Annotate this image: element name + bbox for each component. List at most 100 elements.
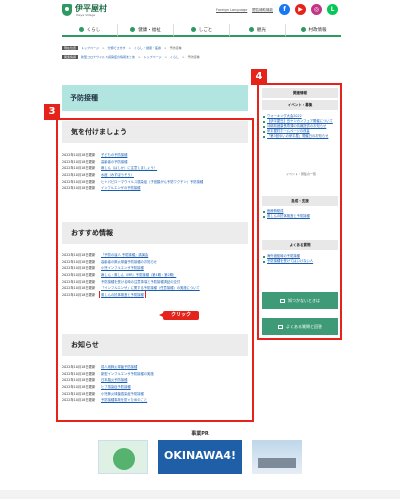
okinawa-text: OKINAWA4! <box>163 449 236 462</box>
section-title: 気を付けましょう <box>71 128 127 136</box>
article-link[interactable]: 成人用肺炎球菌予防接種 <box>101 364 137 369</box>
update-date: 2022年10月18日更新 <box>62 259 96 264</box>
article-link[interactable]: インフルエンザの予防接種 <box>101 185 140 190</box>
update-date: 2022年10月18日更新 <box>62 398 96 403</box>
sidebar-events-more[interactable]: イベント・募集の一覧 <box>286 172 316 176</box>
list-item: 2022年10月18日更新 高齢者の予防接種 <box>62 158 248 165</box>
list-item: 2022年10月18日更新 「インフルエンザ」に関する予防接種（任意接種）の実施に… <box>62 284 248 291</box>
sidebar-item[interactable]: 予防接種を受けてはいけない人 <box>262 259 338 264</box>
photo-icon <box>258 458 296 468</box>
update-date: 2022年10月18日更新 <box>62 364 96 369</box>
sidebar-kyufu-title: 急成・支援 <box>262 196 338 206</box>
contact-button[interactable]: 知つかないときは <box>262 292 338 309</box>
faq-button[interactable]: よくある質問と回答 <box>262 318 338 335</box>
sidebar-faq-title: よくある質問 <box>262 240 338 250</box>
accessibility-link[interactable]: 閲覧補助機能 <box>252 8 273 13</box>
nav-kurashi[interactable]: くらし <box>62 24 118 37</box>
article-link[interactable]: 高齢者の予防接種 <box>101 159 127 164</box>
annotation-badge-main: 3 <box>44 104 60 120</box>
article-link[interactable]: 小児肺炎球菌感染症予防接種 <box>101 391 144 396</box>
update-date: 2022年10月18日更新 <box>62 371 96 376</box>
nav-kanko[interactable]: 観光 <box>230 24 286 37</box>
section-title: おすすめ情報 <box>71 229 113 237</box>
sidebar-faq-list: 海外渡航時の予防接種 予防接種を受けてはいけない人 <box>262 254 338 264</box>
breadcrumb-secondary: 関連情報 新型コロナウイルス感染症の情報まとめ > トップページ > くらし > 予防… <box>62 55 200 59</box>
building-icon <box>300 27 306 32</box>
camera-icon <box>249 27 254 32</box>
page-title: 予防接種 <box>70 94 98 102</box>
update-date: 2022年10月18日更新 <box>62 252 96 257</box>
ad-banner-3[interactable] <box>252 440 302 474</box>
update-date: 2022年10月18日更新 <box>62 378 96 383</box>
section-header: 気を付けましょう <box>62 121 248 143</box>
ad-banner-1[interactable] <box>98 440 148 474</box>
article-link[interactable]: 「予防の達人 予防接種」講演会 <box>101 252 148 257</box>
list-item: 2022年10月18日更新 麻しん・風しん（MR）予防接種（第1期・第2期） <box>62 271 248 278</box>
update-date: 2022年10月18日更新 <box>62 384 96 389</box>
nav-village[interactable]: 村政情報 <box>286 24 341 37</box>
breadcrumb-link[interactable]: くらし・健康・医療 <box>134 46 161 50</box>
article-link[interactable]: 麻しん（はしか）に注意しましょう！ <box>101 165 157 170</box>
section-header: お知らせ <box>62 334 248 356</box>
home-icon <box>78 27 84 32</box>
heart-icon <box>130 27 136 32</box>
update-date: 2022年10月18日更新 <box>62 152 96 157</box>
list-item: 2022年10月18日更新 成人用肺炎球菌予防接種 <box>62 363 248 370</box>
ad-banner-okinawa[interactable]: OKINAWA4! <box>158 440 242 474</box>
global-nav: くらし 健康・福祉 しごと 観光 村政情報 <box>62 24 341 37</box>
article-link[interactable]: 予防接種を受ける時の注意事項と予防接種済証の交付 <box>101 279 180 284</box>
article-link[interactable]: 高齢者の肺炎球菌予防接種のお知らせ <box>101 259 157 264</box>
article-link[interactable]: 麻しん・風しん（MR）予防接種（第1期・第2期） <box>101 272 176 277</box>
facebook-icon[interactable]: f <box>279 4 290 15</box>
instagram-icon[interactable]: ◎ <box>311 4 322 15</box>
update-date: 2022年10月18日更新 <box>62 166 96 171</box>
sidebar-item[interactable]: 風しんの抗体検査と予防接種 <box>262 214 338 219</box>
list-item: 2022年10月18日更新 風しんの抗体検査と予防接種 <box>62 291 248 298</box>
youtube-icon[interactable]: ▶ <box>295 4 306 15</box>
breadcrumb-link[interactable]: 新型コロナウイルス感染症の情報まとめ <box>81 55 135 59</box>
sidebar-events-title: イベント・募集 <box>262 100 338 110</box>
nav-kenko[interactable]: 健康・福祉 <box>118 24 174 37</box>
article-link[interactable]: 小児インフルエンザ予防接種 <box>101 265 144 270</box>
list-item: 2022年10月18日更新 ヒブ感染症予防接種 <box>62 383 248 390</box>
article-link[interactable]: 日本脳炎予防接種 <box>101 377 127 382</box>
article-link[interactable]: 子どもの予防接種 <box>101 152 127 157</box>
list-item: 2022年10月18日更新 小児インフルエンザ予防接種 <box>62 264 248 271</box>
document-icon <box>280 299 285 303</box>
list-item: 2022年10月18日更新 予防接種事故を防ぐためのこと <box>62 396 248 403</box>
line-icon[interactable]: L <box>327 4 338 15</box>
list-item: 2022年10月18日更新 小児肺炎球菌感染症予防接種 <box>62 390 248 397</box>
article-link[interactable]: 新型インフルエンザ予防接種の実施 <box>101 371 154 376</box>
update-date: 2022年10月18日更新 <box>62 159 96 164</box>
list-item: 2022年10月18日更新 日本脳炎予防接種 <box>62 376 248 383</box>
article-link[interactable]: 「インフルエンザ」に関する予防接種（任意接種）の実施について <box>101 285 200 290</box>
list-item: 2022年10月18日更新 高齢者の肺炎球菌予防接種のお知らせ <box>62 258 248 265</box>
village-logo-icon[interactable] <box>62 4 72 16</box>
foreign-language-link[interactable]: Foreign Language <box>216 8 247 12</box>
breadcrumb-current: 予防接種 <box>187 55 200 59</box>
breadcrumb-link[interactable]: 分類でさがす <box>107 46 125 50</box>
list-item: 2022年10月18日更新 子どもの予防接種 <box>62 151 248 158</box>
breadcrumb-current: 予防接種 <box>169 46 182 50</box>
site-sub: Iheya Village <box>76 13 96 17</box>
breadcrumb-link[interactable]: くらし <box>170 55 179 59</box>
page-title-bar: 予防接種 <box>62 85 248 111</box>
breadcrumb-link[interactable]: トップページ <box>81 46 99 50</box>
list-item: 2022年10月18日更新 ヒトパピローマウイルス感染症（子宮頸がん予防ワクチン）… <box>62 178 248 185</box>
footer-bar <box>0 490 400 499</box>
section-header: おすすめ情報 <box>62 222 248 244</box>
ads-title: 事業PR <box>191 431 209 437</box>
breadcrumb-link[interactable]: トップページ <box>144 55 162 59</box>
article-link[interactable]: ヒトパピローマウイルス感染症（子宮頸がん予防ワクチン）予防接種 <box>101 179 203 184</box>
breadcrumb: 現在位置 トップページ > 分類でさがす > くらし・健康・医療 > 予防接種 <box>62 46 182 50</box>
article-link[interactable]: ヒブ感染症予防接種 <box>101 384 131 389</box>
update-date: 2022年10月18日更新 <box>62 186 96 191</box>
site-header: 伊平屋村 Iheya Village Foreign Language 閲覧補助… <box>0 0 400 22</box>
article-link[interactable]: 予防接種事故を防ぐためのこと <box>101 397 147 402</box>
section-title: お知らせ <box>71 341 99 349</box>
sidebar-events-list: ウォーキング大会2022 【伊平屋島】島ヤンカンフェア開催について 沖縄県健康長… <box>262 114 338 139</box>
article-link[interactable]: 水痘（みずぼうそう） <box>101 172 134 177</box>
nav-shigoto[interactable]: しごと <box>174 24 230 37</box>
sidebar-item[interactable]: 「第3回ゆいの伊平屋」開催日のお知らせ <box>262 134 338 139</box>
highlighted-article-link[interactable]: 風しんの抗体検査と予防接種 <box>99 291 146 298</box>
